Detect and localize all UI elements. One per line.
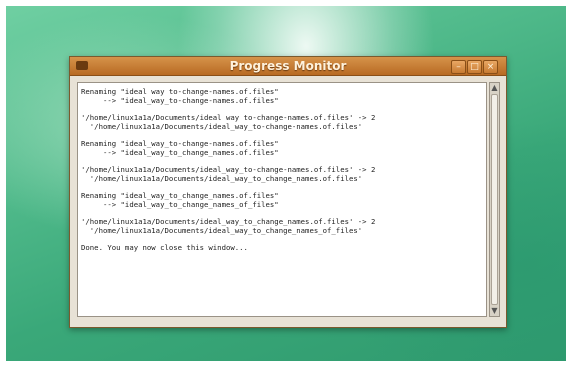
log-line: '/home/linux1a1a/Documents/ideal_way_to_… bbox=[81, 173, 363, 183]
title-bar[interactable]: Progress Monitor – □ × bbox=[70, 57, 506, 76]
log-line: --> "ideal_way_to-change-names.of.files" bbox=[81, 95, 279, 105]
log-line: --> "ideal_way_to_change_names_of_files" bbox=[81, 199, 279, 209]
close-button[interactable]: × bbox=[483, 60, 498, 74]
vertical-scrollbar[interactable]: ▲ ▼ bbox=[489, 82, 500, 317]
minimize-button[interactable]: – bbox=[451, 60, 466, 74]
scroll-up-arrow-icon[interactable]: ▲ bbox=[490, 83, 499, 93]
scroll-down-arrow-icon[interactable]: ▼ bbox=[490, 306, 499, 316]
log-line: '/home/linux1a1a/Documents/ideal_way_to_… bbox=[81, 225, 363, 235]
log-line: --> "ideal_way_to_change_names.of.files" bbox=[81, 147, 279, 157]
progress-monitor-window: Progress Monitor – □ × Renaming "ideal w… bbox=[69, 56, 507, 328]
log-done-message: Done. You may now close this window... bbox=[81, 243, 248, 252]
scrollbar-thumb[interactable] bbox=[491, 94, 498, 305]
log-line: '/home/linux1a1a/Documents/ideal_way_to-… bbox=[81, 121, 363, 131]
window-title: Progress Monitor bbox=[229, 59, 347, 73]
maximize-button[interactable]: □ bbox=[467, 60, 482, 74]
log-output[interactable]: Renaming "ideal way to-change-names.of.f… bbox=[77, 82, 487, 317]
